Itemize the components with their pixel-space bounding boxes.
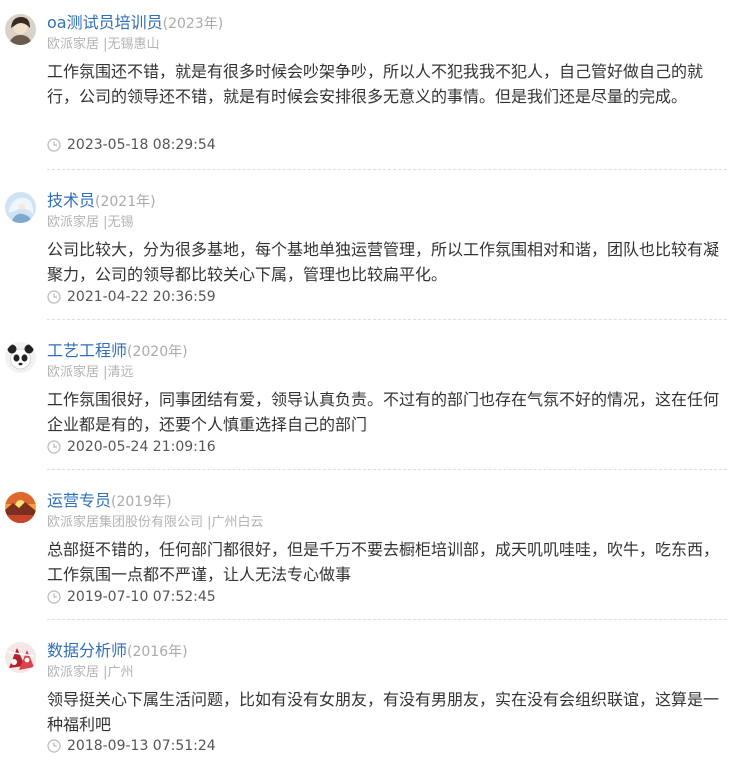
review-time: 2018-09-13 07:51:24 <box>47 738 216 754</box>
review-time: 2021-04-22 20:36:59 <box>47 289 216 305</box>
review-year: (2020年) <box>127 344 188 360</box>
job-title-link[interactable]: 技术员 <box>47 191 95 210</box>
review-year: (2021年) <box>95 194 156 210</box>
job-title-link[interactable]: 数据分析师 <box>47 641 127 660</box>
divider <box>47 619 727 620</box>
job-title-link[interactable]: 工艺工程师 <box>47 341 127 360</box>
clock-icon <box>47 290 61 304</box>
company-location: 欧派家居集团股份有限公司 |广州白云 <box>47 515 264 530</box>
review-year: (2016年) <box>127 644 188 660</box>
review-item: 技术员(2021年) 欧派家居 |无锡 公司比较大，分为很多基地，每个基地单独运… <box>0 178 741 320</box>
review-content: 总部挺不错的，任何部门都很好，但是千万不要去橱柜培训部，成天叽叽哇哇，吹牛，吃东… <box>47 540 720 584</box>
review-time: 2019-07-10 07:52:45 <box>47 589 216 605</box>
review-header: 数据分析师(2016年) <box>47 637 188 660</box>
clock-icon <box>47 138 61 152</box>
job-title-link[interactable]: oa测试员培训员 <box>47 13 163 32</box>
review-year: (2019年) <box>111 494 172 510</box>
company-location: 欧派家居 |无锡惠山 <box>47 37 160 52</box>
review-item: 数据分析师(2016年) 欧派家居 |广州 领导挺关心下属生活问题，比如有没有女… <box>0 628 741 768</box>
review-list: oa测试员培训员(2023年) 欧派家居 |无锡惠山 工作氛围还不错，就是有很多… <box>0 0 741 768</box>
review-year: (2023年) <box>162 16 224 32</box>
job-title-link[interactable]: 运营专员 <box>47 491 111 510</box>
avatar-red-pattern-icon[interactable] <box>5 642 36 673</box>
review-header: 工艺工程师(2020年) <box>47 337 188 360</box>
review-item: 运营专员(2019年) 欧派家居集团股份有限公司 |广州白云 总部挺不错的，任何… <box>0 478 741 620</box>
review-datetime: 2020-05-24 21:09:16 <box>67 439 216 455</box>
avatar-anime-icon[interactable] <box>5 192 36 223</box>
divider <box>47 169 727 170</box>
review-item: 工艺工程师(2020年) 欧派家居 |清远 工作氛围很好，同事团结有爱，领导认真… <box>0 328 741 470</box>
review-content: 领导挺关心下属生活问题，比如有没有女朋友，有没有男朋友，实在没有会组织联谊，这算… <box>47 690 720 734</box>
clock-icon <box>47 590 61 604</box>
review-time: 2020-05-24 21:09:16 <box>47 439 216 455</box>
review-content: 公司比较大，分为很多基地，每个基地单独运营管理，所以工作氛围相对和谐，团队也比较… <box>47 240 720 284</box>
clock-icon <box>47 440 61 454</box>
review-datetime: 2018-09-13 07:51:24 <box>67 738 216 754</box>
company-location: 欧派家居 |广州 <box>47 665 134 680</box>
review-content: 工作氛围很好，同事团结有爱，领导认真负责。不过有的部门也存在气氛不好的情况，这在… <box>47 390 720 434</box>
review-item: oa测试员培训员(2023年) 欧派家居 |无锡惠山 工作氛围还不错，就是有很多… <box>0 0 741 170</box>
review-time: 2023-05-18 08:29:54 <box>47 137 216 153</box>
review-header: oa测试员培训员(2023年) <box>47 9 224 32</box>
company-location: 欧派家居 |清远 <box>47 365 134 380</box>
review-header: 运营专员(2019年) <box>47 487 172 510</box>
divider <box>47 319 727 320</box>
review-header: 技术员(2021年) <box>47 187 156 210</box>
avatar-girl-icon[interactable] <box>5 14 36 45</box>
review-content: 工作氛围还不错，就是有很多时候会吵架争吵，所以人不犯我我不犯人，自己管好做自己的… <box>47 62 704 106</box>
review-datetime: 2023-05-18 08:29:54 <box>67 137 216 153</box>
avatar-sunset-icon[interactable] <box>5 492 36 523</box>
review-datetime: 2021-04-22 20:36:59 <box>67 289 216 305</box>
divider <box>47 469 727 470</box>
company-location: 欧派家居 |无锡 <box>47 215 134 230</box>
avatar-panda-icon[interactable] <box>5 342 36 373</box>
clock-icon <box>47 739 61 753</box>
review-datetime: 2019-07-10 07:52:45 <box>67 589 216 605</box>
